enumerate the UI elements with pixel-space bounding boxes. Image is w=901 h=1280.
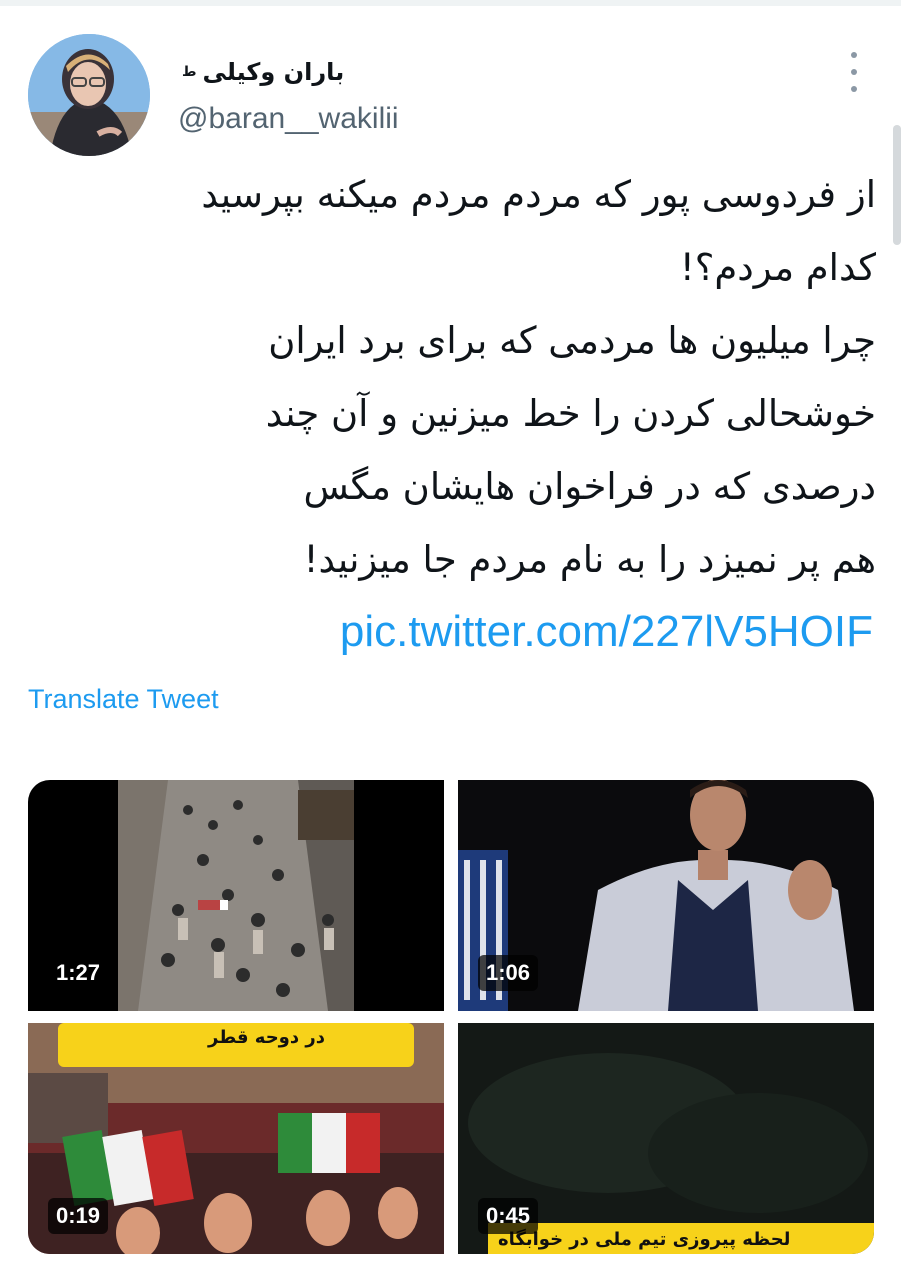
tweet-line: هم پر نمیزد را به نام مردم جا میزنید!	[303, 538, 876, 581]
video-thumbnail-4[interactable]: لحظه پیروزی تیم ملی در خوابگاه 0:45	[458, 1023, 874, 1254]
video-duration: 0:45	[478, 1198, 539, 1234]
display-name-text: باران وکیلی	[202, 58, 345, 86]
dot	[851, 52, 857, 58]
video-thumbnail-3[interactable]: در دوحه قطر 0:19	[28, 1023, 444, 1254]
video-duration: 1:06	[478, 955, 539, 991]
video-caption: لحظه پیروزی تیم ملی در خوابگاه	[498, 1229, 791, 1250]
tweet-line: از فردوسی پور که مردم مردم میکنه بپرسید	[201, 173, 876, 216]
dot	[851, 69, 857, 75]
display-name[interactable]: باران وکیلی ط	[178, 52, 344, 92]
tweet-line: درصدی که در فراخوان هایشان مگس	[303, 465, 876, 508]
video-duration: 1:27	[48, 955, 109, 991]
scrollbar[interactable]	[893, 125, 901, 245]
tweet-line: خوشحالی کردن را خط میزنین و آن چند	[265, 392, 876, 435]
profile-avatar[interactable]	[28, 34, 150, 156]
tweet-line: چرا میلیون ها مردمی که برای برد ایران	[268, 319, 876, 362]
top-divider	[0, 0, 901, 6]
video-thumbnail-2[interactable]: 1:06	[458, 780, 874, 1011]
translate-tweet-link[interactable]: Translate Tweet	[28, 684, 219, 715]
media-grid: 1:27 1:06 در دوحه قطر 0:19 لحظه پیروزی ت…	[28, 780, 874, 1254]
video-duration: 0:19	[48, 1198, 109, 1234]
dot	[851, 86, 857, 92]
user-handle[interactable]: @baran__wakilii	[178, 102, 399, 136]
tweet-text: از فردوسی پور که مردم مردم میکنه بپرسید …	[30, 158, 876, 596]
video-thumbnail-1[interactable]: 1:27	[28, 780, 444, 1011]
video-caption: در دوحه قطر	[208, 1027, 325, 1048]
more-options-icon[interactable]	[840, 52, 868, 92]
badge-icon: ط	[182, 64, 197, 80]
tweet-line: کدام مردم؟!	[679, 246, 876, 289]
avatar-image	[28, 34, 150, 156]
media-link[interactable]: pic.twitter.com/227lV5HOIF	[340, 607, 873, 657]
